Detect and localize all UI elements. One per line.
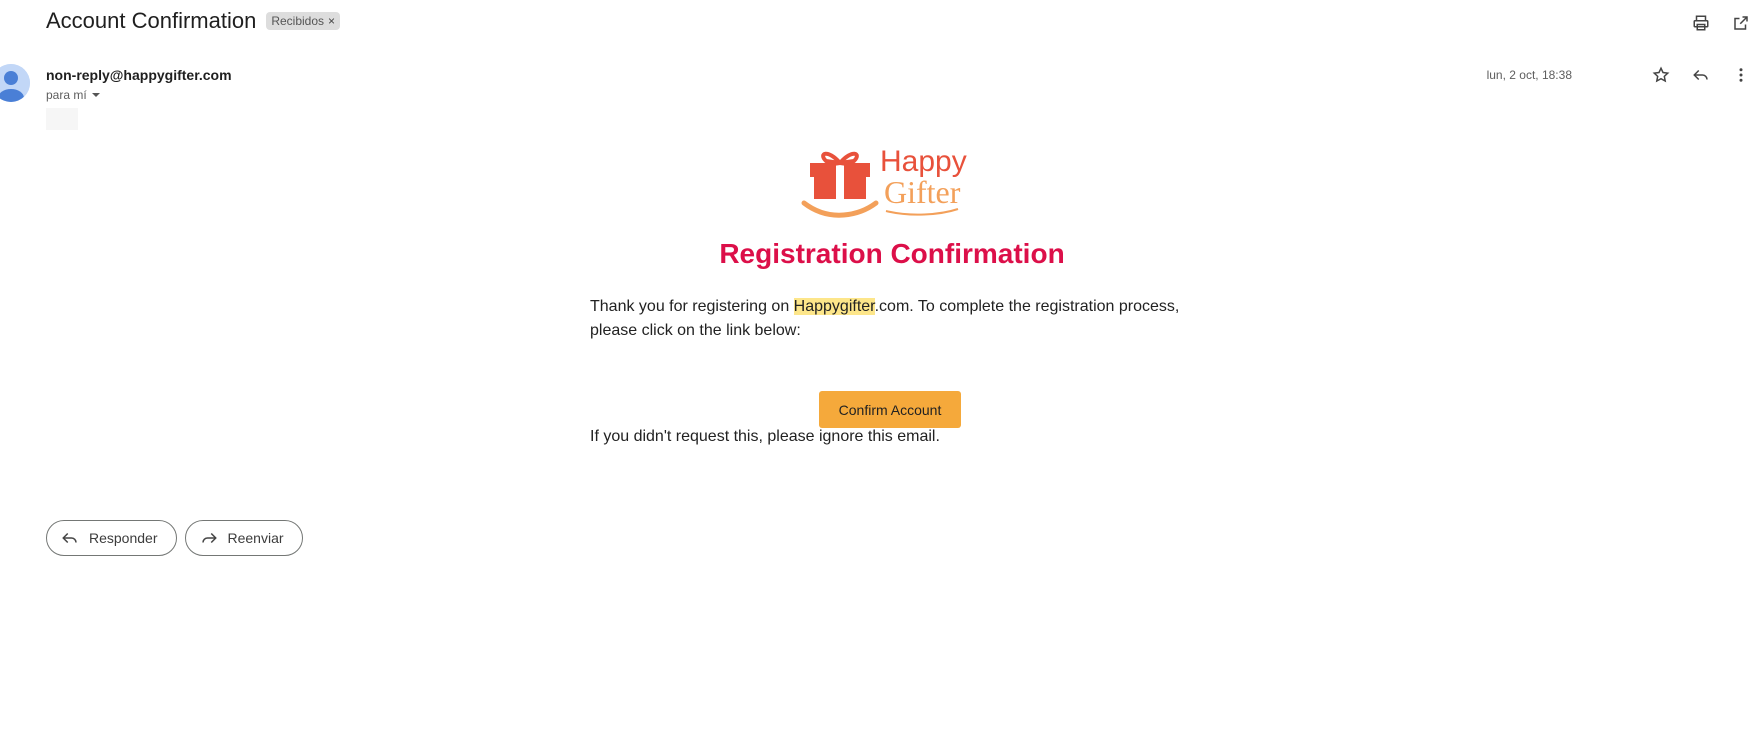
email-subject: Account Confirmation bbox=[46, 8, 257, 33]
label-chip-inbox[interactable]: Recibidos × bbox=[266, 12, 341, 30]
recipient-label: para mí bbox=[46, 88, 87, 102]
star-icon[interactable] bbox=[1650, 64, 1672, 86]
confirm-account-button[interactable]: Confirm Account bbox=[819, 391, 961, 428]
para-text-before: Thank you for registering on bbox=[590, 298, 794, 315]
ignore-notice: If you didn't request this, please ignor… bbox=[590, 428, 940, 445]
sender-actions bbox=[1650, 64, 1752, 86]
label-chip-text: Recibidos bbox=[271, 14, 325, 28]
email-view: Account Confirmation Recibidos × non-rep… bbox=[0, 0, 1764, 740]
registration-headline: Registration Confirmation bbox=[719, 238, 1065, 269]
forward-button-label: Reenviar bbox=[227, 530, 284, 546]
sender-address[interactable]: non-reply@happygifter.com bbox=[46, 67, 232, 83]
body-paragraph: Thank you for registering on Happygifter… bbox=[590, 295, 1200, 343]
top-actions bbox=[1690, 12, 1752, 34]
logo-line-2: Gifter bbox=[884, 174, 961, 210]
para-highlight: Happygifter bbox=[793, 298, 875, 315]
email-date: lun, 2 oct, 18:38 bbox=[1486, 68, 1572, 82]
print-icon[interactable] bbox=[1690, 12, 1712, 34]
forward-icon bbox=[201, 532, 217, 544]
more-vert-icon[interactable] bbox=[1730, 64, 1752, 86]
recipient-details[interactable]: para mí bbox=[46, 88, 101, 102]
reply-button-label: Responder bbox=[89, 530, 158, 546]
avatar[interactable] bbox=[0, 64, 30, 102]
image-placeholder bbox=[46, 108, 78, 130]
footer-actions: Responder Reenviar bbox=[46, 520, 303, 556]
subject-row: Account Confirmation Recibidos × bbox=[46, 8, 341, 34]
happy-gifter-logo: Happy Gifter bbox=[800, 145, 980, 225]
reply-button[interactable]: Responder bbox=[46, 520, 177, 556]
remove-label-icon[interactable]: × bbox=[328, 14, 335, 28]
forward-button[interactable]: Reenviar bbox=[184, 520, 303, 556]
reply-icon[interactable] bbox=[1690, 64, 1712, 86]
reply-icon bbox=[62, 532, 77, 544]
chevron-down-icon bbox=[91, 93, 100, 97]
open-in-new-window-icon[interactable] bbox=[1730, 12, 1752, 34]
